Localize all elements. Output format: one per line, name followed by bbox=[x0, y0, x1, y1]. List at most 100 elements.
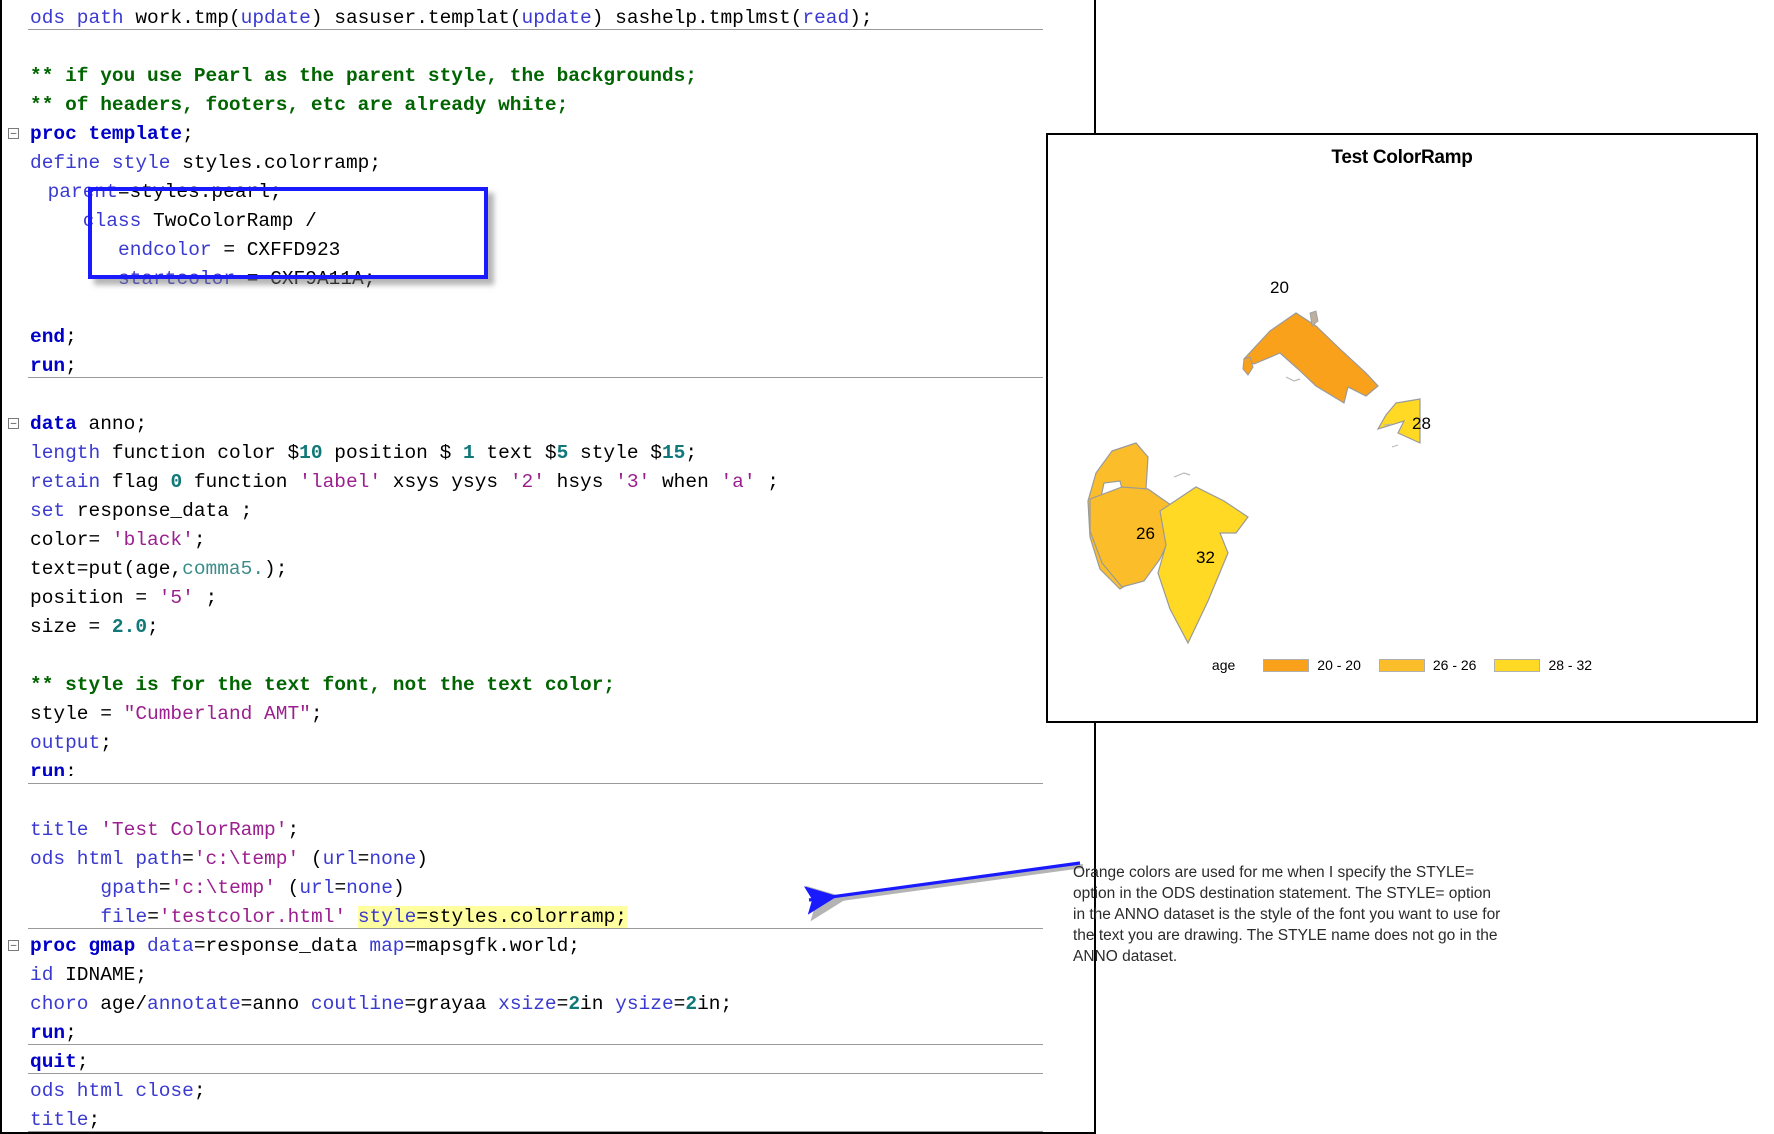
code-token: none bbox=[346, 877, 393, 899]
code-token: = bbox=[182, 848, 194, 870]
code-token: none bbox=[369, 848, 417, 870]
code-token: read bbox=[802, 7, 850, 29]
code-token: =mapsgfk.world; bbox=[404, 935, 581, 957]
code-token: 1 bbox=[463, 442, 475, 464]
code-token: ; bbox=[65, 1022, 77, 1044]
code-token: = bbox=[556, 993, 569, 1015]
code-line[interactable] bbox=[0, 381, 1094, 410]
code-line[interactable]: color= 'black'; bbox=[0, 526, 1094, 555]
code-line[interactable]: gpath='c:\temp' (url=none) bbox=[0, 874, 1094, 903]
code-token: 'black' bbox=[111, 529, 194, 551]
code-token: output bbox=[30, 732, 101, 754]
code-token: ; bbox=[755, 471, 779, 493]
code-token: when bbox=[650, 471, 721, 493]
code-token: function color $ bbox=[111, 442, 300, 464]
code-token: ( bbox=[299, 848, 323, 870]
statement-separator bbox=[28, 1044, 1043, 1045]
legend-label-0: 20 - 20 bbox=[1317, 657, 1361, 673]
code-token: end bbox=[30, 326, 66, 348]
code-token: IDNAME; bbox=[65, 964, 148, 986]
map-label-28: 28 bbox=[1412, 414, 1431, 433]
code-line[interactable]: ods html path='c:\temp' (url=none) bbox=[0, 845, 1094, 874]
code-token: title bbox=[30, 1109, 89, 1131]
map-region-20 bbox=[1243, 312, 1379, 404]
code-line[interactable]: proc template; bbox=[0, 120, 1094, 149]
code-token: 15 bbox=[661, 442, 686, 464]
code-token: 'label' bbox=[299, 471, 382, 493]
map-output-panel: Test ColorRamp 20 28 26 32 age 20 - 20 2… bbox=[1046, 133, 1758, 723]
code-token: 2.0 bbox=[111, 616, 148, 638]
code-token: ) bbox=[392, 877, 405, 899]
statement-separator bbox=[28, 1073, 1043, 1074]
code-token: 'c:\temp' bbox=[193, 848, 300, 870]
legend-label-2: 28 - 32 bbox=[1548, 657, 1593, 673]
sas-code-editor[interactable]: ods path work.tmp(update) sasuser.templa… bbox=[0, 0, 1096, 1134]
map-coast-line-c bbox=[1391, 444, 1399, 448]
code-token: retain bbox=[30, 471, 112, 493]
code-fold-toggle[interactable] bbox=[8, 940, 19, 951]
code-line[interactable]: id IDNAME; bbox=[0, 961, 1094, 990]
code-line[interactable]: ** if you use Pearl as the parent style,… bbox=[0, 62, 1094, 91]
code-token: ; bbox=[65, 761, 77, 776]
code-token: map bbox=[369, 935, 405, 957]
code-token: data bbox=[30, 413, 89, 435]
world-map-graphic: 20 28 26 32 bbox=[1087, 278, 1431, 645]
code-token: ); bbox=[849, 7, 873, 29]
code-line[interactable]: output; bbox=[0, 729, 1094, 758]
statement-separator bbox=[28, 783, 1043, 784]
code-line[interactable]: position = '5' ; bbox=[0, 584, 1094, 613]
code-token: file bbox=[100, 906, 148, 928]
map-coast-line-a bbox=[1285, 376, 1301, 382]
code-token: position = bbox=[30, 587, 159, 609]
code-token: url bbox=[299, 877, 335, 899]
code-token: color= bbox=[30, 529, 112, 551]
code-token: gpath bbox=[100, 877, 159, 899]
code-token: xsize bbox=[498, 993, 557, 1015]
code-line[interactable]: proc gmap data=response_data map=mapsgfk… bbox=[0, 932, 1094, 961]
code-token: data bbox=[147, 935, 194, 957]
code-line[interactable] bbox=[0, 294, 1094, 323]
code-line[interactable]: ** style is for the text font, not the t… bbox=[0, 671, 1094, 700]
map-coast-line-d bbox=[1173, 472, 1191, 478]
code-token: ** of headers, footers, etc are already … bbox=[30, 94, 569, 116]
code-fold-toggle[interactable] bbox=[8, 418, 19, 429]
code-line[interactable]: data anno; bbox=[0, 410, 1094, 439]
code-line[interactable]: end; bbox=[0, 323, 1094, 352]
code-token: ; bbox=[76, 1051, 89, 1073]
code-token: size = bbox=[30, 616, 112, 638]
code-token: '2' bbox=[509, 471, 545, 493]
code-token: annotate bbox=[147, 993, 241, 1015]
code-token: hsys bbox=[544, 471, 616, 493]
code-line[interactable]: ods html close; bbox=[0, 1077, 1094, 1106]
code-token: ; bbox=[685, 442, 698, 464]
code-line[interactable] bbox=[0, 787, 1094, 816]
code-token: = bbox=[334, 877, 347, 899]
code-line[interactable]: set response_data ; bbox=[0, 497, 1094, 526]
code-line[interactable]: title 'Test ColorRamp'; bbox=[0, 816, 1094, 845]
code-line[interactable]: retain flag 0 function 'label' xsys ysys… bbox=[0, 468, 1094, 497]
code-line[interactable]: choro age/annotate=anno coutline=grayaa … bbox=[0, 990, 1094, 1019]
code-token: length bbox=[30, 442, 112, 464]
code-line[interactable]: text=put(age,comma5.); bbox=[0, 555, 1094, 584]
code-line[interactable]: length function color $10 position $ 1 t… bbox=[0, 439, 1094, 468]
code-line[interactable]: style = "Cumberland AMT"; bbox=[0, 700, 1094, 729]
code-token: run bbox=[30, 355, 66, 377]
code-token: ** if you use Pearl as the parent style,… bbox=[30, 65, 698, 87]
code-line[interactable] bbox=[0, 642, 1094, 671]
code-line[interactable] bbox=[0, 33, 1094, 62]
code-fold-toggle[interactable] bbox=[8, 128, 19, 139]
code-line[interactable]: size = 2.0; bbox=[0, 613, 1094, 642]
code-line[interactable]: define style styles.colorramp; bbox=[0, 149, 1094, 178]
code-token: id bbox=[30, 964, 66, 986]
code-token: ) bbox=[416, 848, 428, 870]
code-token: url bbox=[322, 848, 358, 870]
code-token: '3' bbox=[615, 471, 651, 493]
code-token: 10 bbox=[299, 442, 323, 464]
code-token: update bbox=[240, 7, 311, 29]
code-line[interactable]: title; bbox=[0, 1106, 1094, 1132]
code-token: function bbox=[182, 471, 300, 493]
editor-right-border-top bbox=[1094, 0, 1096, 150]
code-line[interactable]: run; bbox=[0, 758, 1094, 776]
code-line[interactable]: ** of headers, footers, etc are already … bbox=[0, 91, 1094, 120]
code-token: text=put(age, bbox=[30, 558, 183, 580]
